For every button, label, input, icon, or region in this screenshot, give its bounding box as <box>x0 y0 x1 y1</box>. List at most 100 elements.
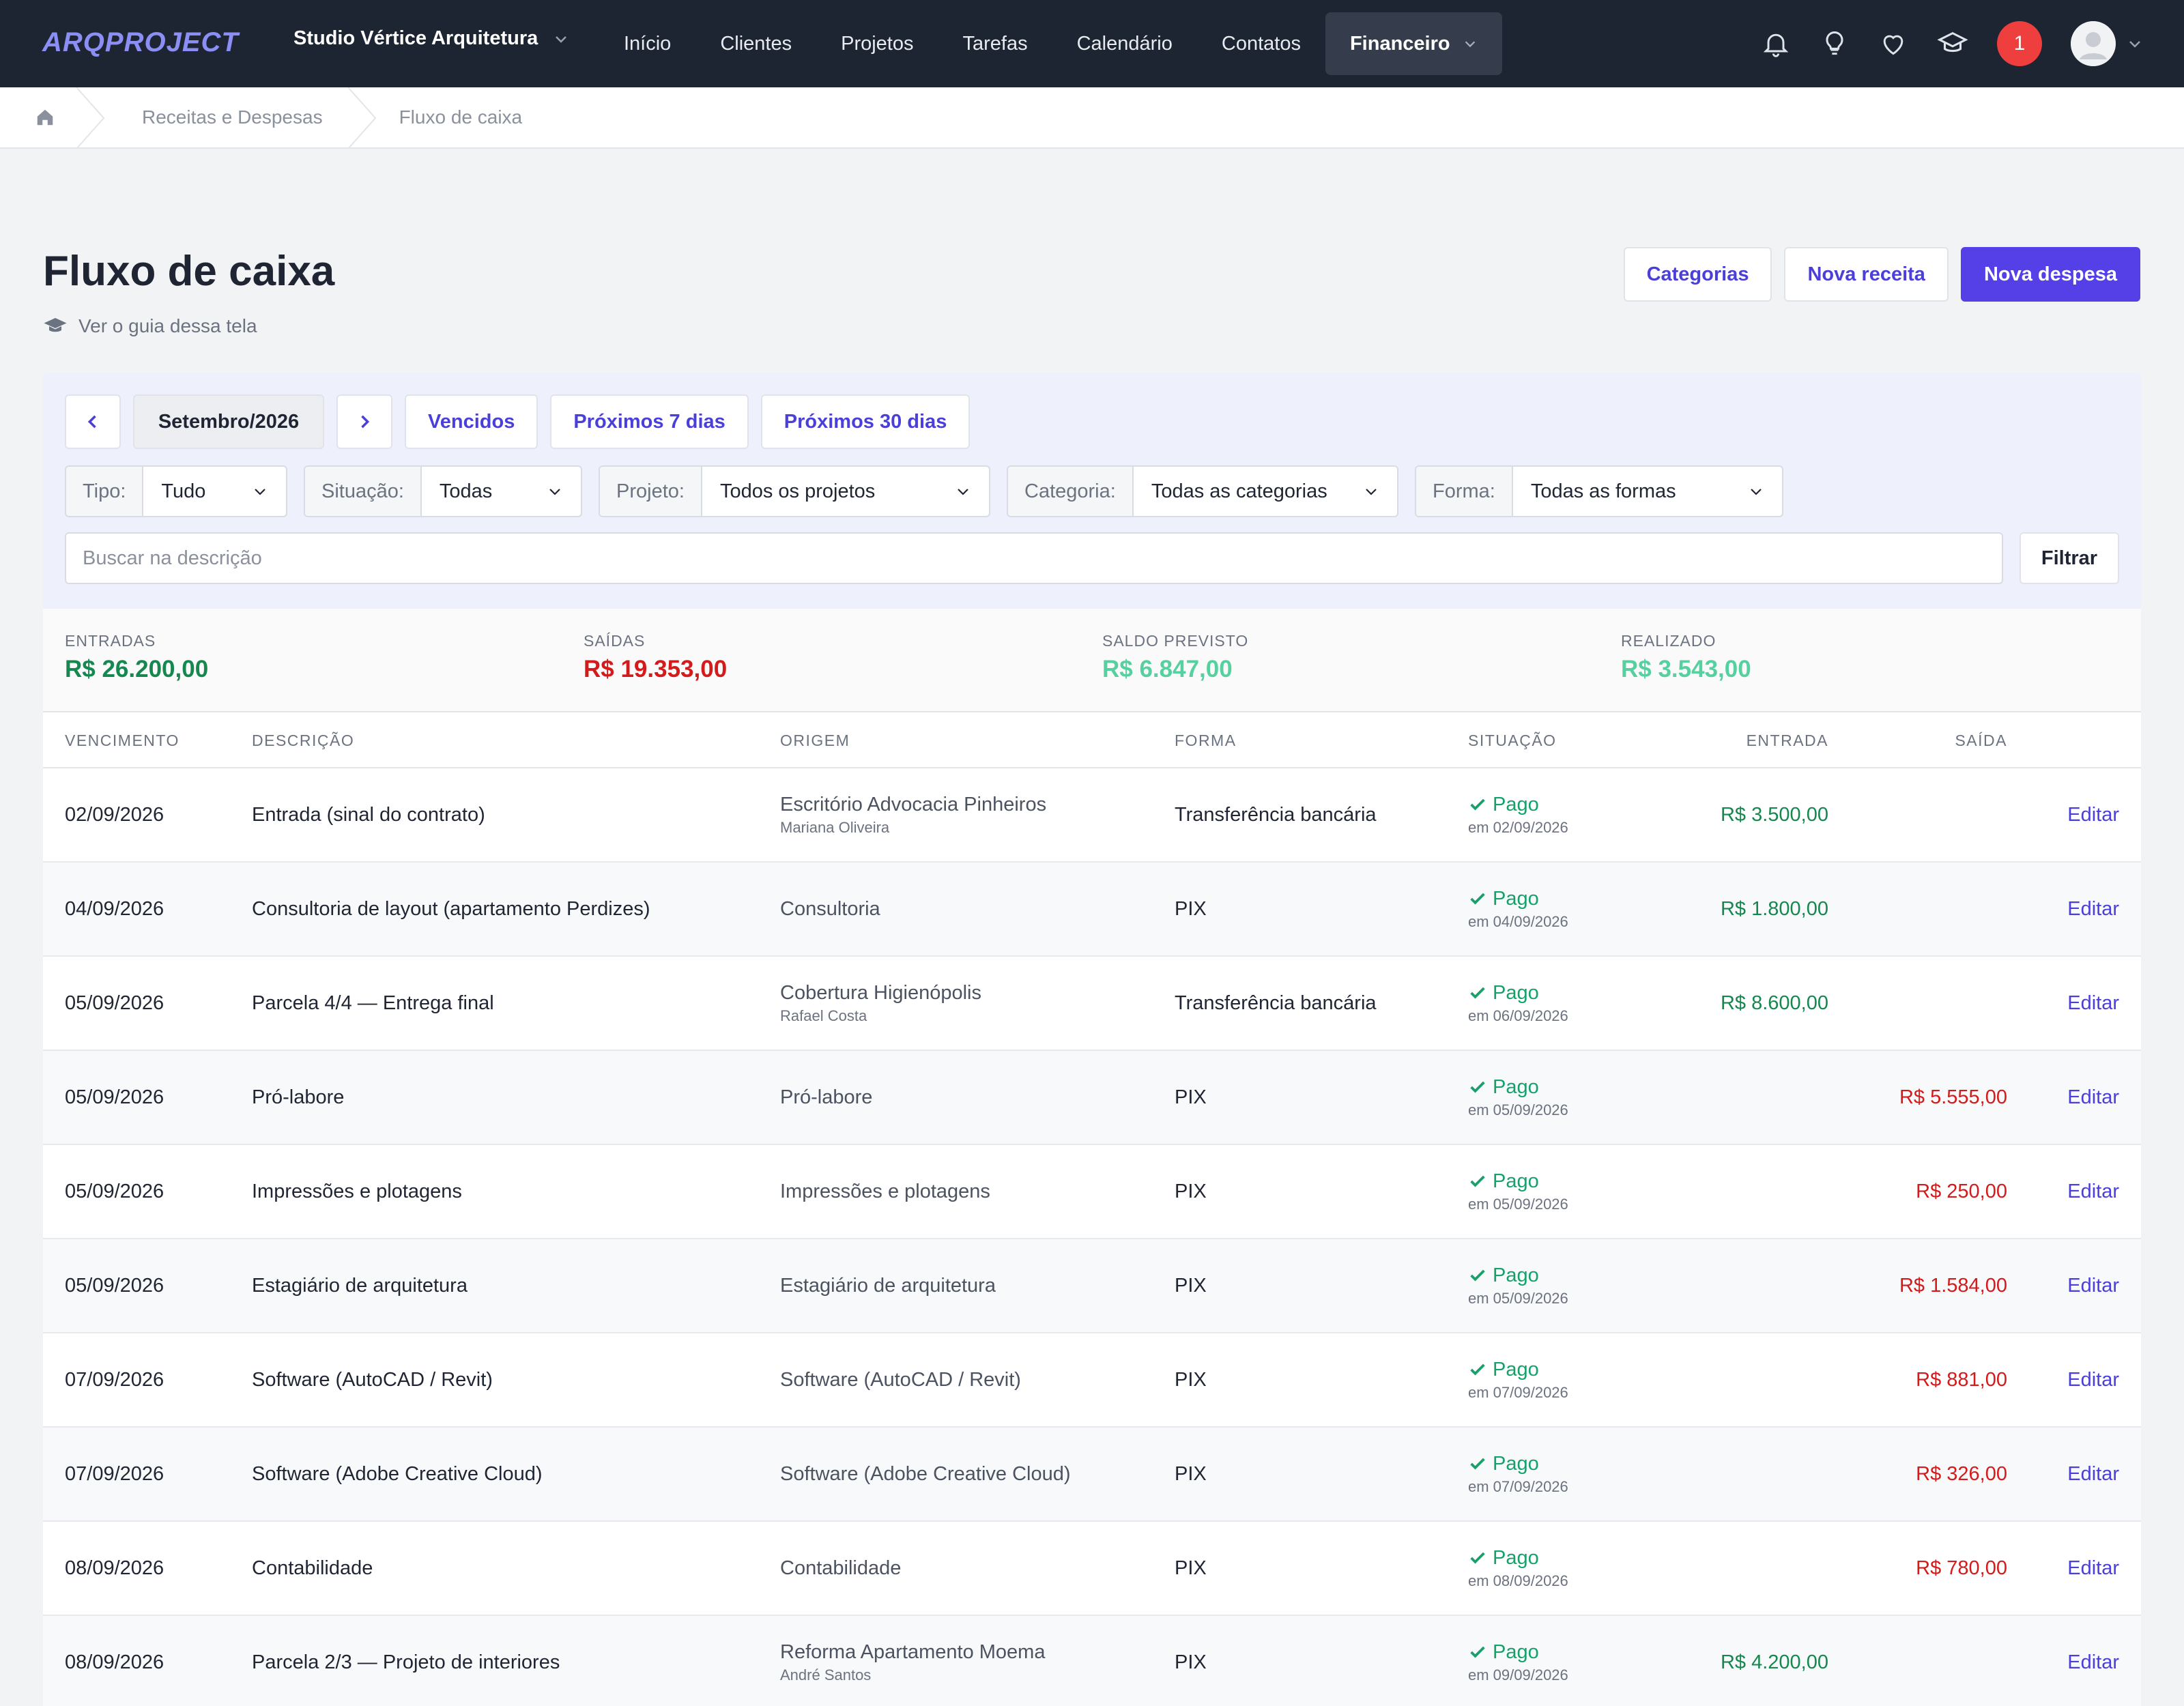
cell-status-date: em 09/09/2026 <box>1468 1666 1568 1683</box>
edit-link[interactable]: Editar <box>2067 1522 2119 1615</box>
cell-status: Pago em 04/09/2026 <box>1468 863 1568 955</box>
cell-origin-name: Contabilidade <box>780 1557 902 1579</box>
edit-link[interactable]: Editar <box>2067 1051 2119 1144</box>
situacao-label: Situação: <box>305 467 422 516</box>
next-month-button[interactable] <box>336 394 392 449</box>
col-saida[interactable]: SAÍDA <box>1955 712 2007 768</box>
page-title: Fluxo de caixa <box>43 248 335 295</box>
tipo-select[interactable]: Tipo: Tudo <box>65 465 287 517</box>
check-icon <box>1468 1266 1487 1285</box>
breadcrumb-item-receitas[interactable]: Receitas e Despesas <box>142 87 323 148</box>
table-row[interactable]: 08/09/2026 Contabilidade Contabilidade PIX P… <box>43 1522 2141 1616</box>
table-row[interactable]: 07/09/2026 Software (AutoCAD / Revit) Soft… <box>43 1333 2141 1428</box>
table-row[interactable]: 04/09/2026 Consultoria de layout (apartam… <box>43 863 2141 957</box>
cell-form: PIX <box>1175 897 1207 920</box>
table-row[interactable]: 05/09/2026 Impressões e plotagens Impressõ… <box>43 1145 2141 1239</box>
cell-date: 08/09/2026 <box>65 1651 164 1673</box>
cell-description: Entrada (sinal do contrato) <box>252 803 485 826</box>
cell-status: Pago em 09/09/2026 <box>1468 1616 1568 1706</box>
table-row[interactable]: 08/09/2026 Parcela 2/3 — Projeto de inter… <box>43 1616 2141 1706</box>
nav-item-inicio[interactable]: Início <box>599 12 695 75</box>
situacao-select[interactable]: Situação: Todas <box>304 465 582 517</box>
col-descricao[interactable]: DESCRIÇÃO <box>252 712 354 768</box>
cell-expense: R$ 881,00 <box>1916 1368 2007 1391</box>
overdue-button[interactable]: Vencidos <box>405 394 538 449</box>
categories-button[interactable]: Categorias <box>1623 247 1772 302</box>
col-vencimento[interactable]: VENCIMENTO <box>65 712 179 768</box>
summary-bar: ENTRADAS R$ 26.200,00 SAÍDAS R$ 19.353,0… <box>43 609 2141 712</box>
studio-selector[interactable]: Studio Vértice Arquitetura <box>293 27 569 50</box>
status-badge: Pago <box>1493 887 1539 910</box>
cell-origin-name: Consultoria <box>780 897 880 920</box>
graduation-cap-icon[interactable] <box>1937 28 1968 59</box>
chevron-left-icon <box>83 412 102 431</box>
cell-form: PIX <box>1175 1651 1207 1673</box>
search-input[interactable] <box>65 532 2003 584</box>
table-row[interactable]: 05/09/2026 Parcela 4/4 — Entrega final Cob… <box>43 957 2141 1051</box>
next-7-days-button[interactable]: Próximos 7 dias <box>550 394 749 449</box>
cell-origin-name: Estagiário de arquitetura <box>780 1274 996 1297</box>
col-origem[interactable]: ORIGEM <box>780 712 850 768</box>
nav-item-contatos[interactable]: Contatos <box>1197 12 1325 75</box>
cell-origin-contact: Mariana Oliveira <box>780 818 890 836</box>
period-controls: Setembro/2026 Vencidos Próximos 7 dias P… <box>65 394 971 449</box>
forma-select[interactable]: Forma: Todas as formas <box>1415 465 1783 517</box>
edit-link[interactable]: Editar <box>2067 957 2119 1050</box>
table-row[interactable]: 05/09/2026 Estagiário de arquitetura Estag… <box>43 1239 2141 1333</box>
table-row[interactable]: 07/09/2026 Software (Adobe Creative Cloud… <box>43 1428 2141 1522</box>
header-actions: Categorias Nova receita Nova despesa <box>1623 247 2140 302</box>
new-income-button[interactable]: Nova receita <box>1784 247 1949 302</box>
table-row[interactable]: 02/09/2026 Entrada (sinal do contrato) Esc… <box>43 768 2141 863</box>
app-logo[interactable]: ARQPROJECT <box>42 27 239 58</box>
edit-link[interactable]: Editar <box>2067 1333 2119 1426</box>
summary-saidas: SAÍDAS R$ 19.353,00 <box>584 609 727 712</box>
bell-icon[interactable] <box>1761 29 1791 59</box>
summary-entradas: ENTRADAS R$ 26.200,00 <box>65 609 208 712</box>
status-badge: Pago <box>1493 1264 1539 1286</box>
nav-item-clientes[interactable]: Clientes <box>695 12 816 75</box>
nav-item-financeiro[interactable]: Financeiro <box>1325 12 1502 75</box>
tipo-value: Tudo <box>161 480 206 502</box>
lightbulb-icon[interactable] <box>1820 29 1850 59</box>
new-expense-button[interactable]: Nova despesa <box>1960 247 2140 302</box>
check-icon <box>1468 1643 1487 1662</box>
notification-badge[interactable]: 1 <box>1997 21 2042 66</box>
summary-realizado: REALIZADO R$ 3.543,00 <box>1621 609 1751 712</box>
cell-status-date: em 05/09/2026 <box>1468 1101 1568 1118</box>
avatar <box>2071 21 2116 66</box>
edit-link[interactable]: Editar <box>2067 1616 2119 1706</box>
guide-link[interactable]: Ver o guia dessa tela <box>43 314 257 338</box>
edit-link[interactable]: Editar <box>2067 1428 2119 1520</box>
next-30-days-button[interactable]: Próximos 30 dias <box>760 394 971 449</box>
edit-link[interactable]: Editar <box>2067 1145 2119 1238</box>
prev-month-button[interactable] <box>65 394 121 449</box>
cell-status-date: em 05/09/2026 <box>1468 1289 1568 1307</box>
cell-date: 05/09/2026 <box>65 992 164 1014</box>
nav-item-tarefas[interactable]: Tarefas <box>938 12 1052 75</box>
projeto-label: Projeto: <box>600 467 702 516</box>
chevron-right-icon <box>355 412 374 431</box>
cashflow-card: Setembro/2026 Vencidos Próximos 7 dias P… <box>43 373 2141 1706</box>
table-row[interactable]: 05/09/2026 Pró-labore Pró-labore PIX Pago em … <box>43 1051 2141 1145</box>
col-entrada[interactable]: ENTRADA <box>1747 712 1828 768</box>
studio-name: Studio Vértice Arquitetura <box>293 27 538 49</box>
col-situacao[interactable]: SITUAÇÃO <box>1468 712 1557 768</box>
check-icon <box>1468 889 1487 908</box>
col-forma[interactable]: FORMA <box>1175 712 1237 768</box>
edit-link[interactable]: Editar <box>2067 1239 2119 1332</box>
cell-description: Software (AutoCAD / Revit) <box>252 1368 493 1391</box>
cell-form: PIX <box>1175 1274 1207 1297</box>
cell-status: Pago em 07/09/2026 <box>1468 1333 1568 1426</box>
filter-button[interactable]: Filtrar <box>2020 532 2119 584</box>
nav-item-calendario[interactable]: Calendário <box>1052 12 1197 75</box>
nav-item-projetos[interactable]: Projetos <box>816 12 938 75</box>
projeto-select[interactable]: Projeto: Todos os projetos <box>599 465 990 517</box>
cell-origin: Impressões e plotagens <box>780 1145 990 1238</box>
categoria-select[interactable]: Categoria: Todas as categorias <box>1007 465 1398 517</box>
cell-origin: Software (AutoCAD / Revit) <box>780 1333 1021 1426</box>
check-icon <box>1468 983 1487 1002</box>
edit-link[interactable]: Editar <box>2067 768 2119 861</box>
heart-icon[interactable] <box>1878 29 1908 59</box>
edit-link[interactable]: Editar <box>2067 863 2119 955</box>
user-menu[interactable] <box>2071 21 2143 66</box>
